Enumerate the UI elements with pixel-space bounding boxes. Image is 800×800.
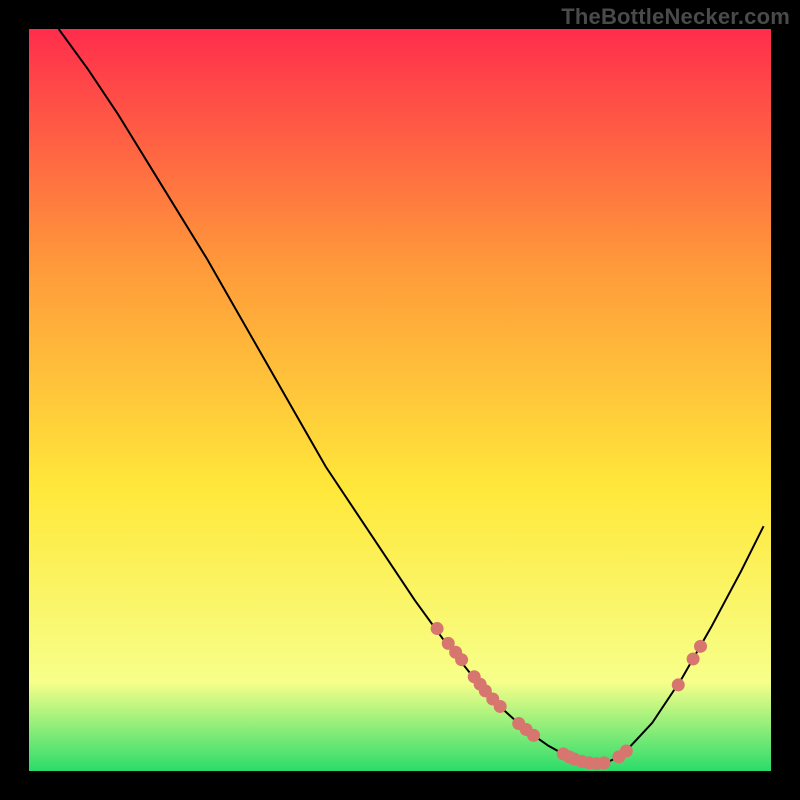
bottleneck-curve [59,29,764,764]
plot-svg [29,29,771,771]
data-marker [494,700,507,713]
plot-area [29,29,771,771]
data-marker [620,744,633,757]
data-markers [431,622,707,770]
data-marker [455,653,468,666]
data-marker [672,678,685,691]
data-marker [687,652,700,665]
data-marker [694,640,707,653]
data-marker [431,622,444,635]
data-marker [598,756,611,769]
data-marker [527,729,540,742]
watermark-text: TheBottleNecker.com [561,4,790,30]
chart-frame: TheBottleNecker.com [0,0,800,800]
